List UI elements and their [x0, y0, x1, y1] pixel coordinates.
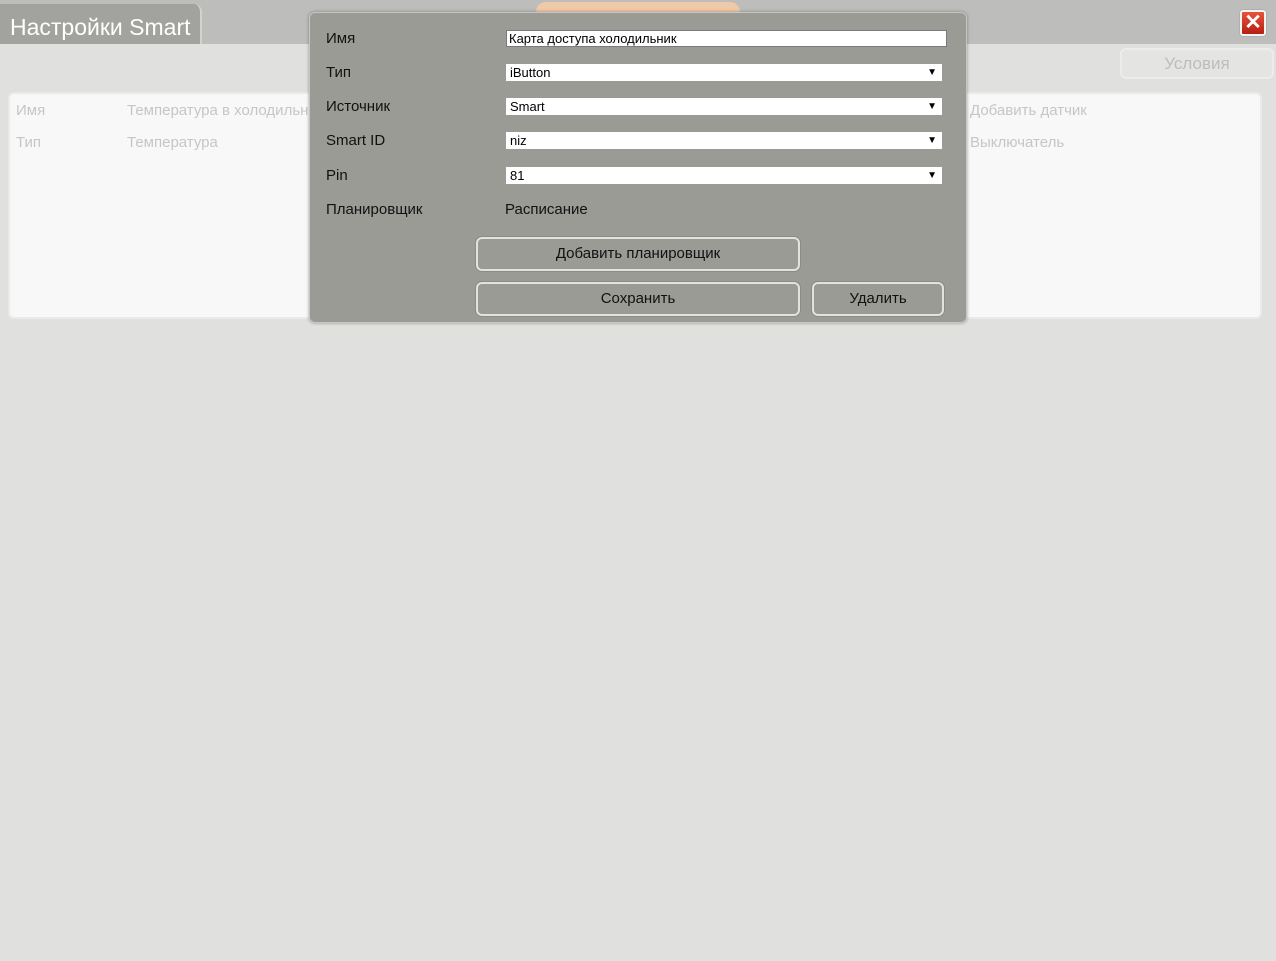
edit-dialog: Имя Карта доступа холодильник Тип iButto…	[309, 12, 967, 323]
source-select[interactable]: Smart ▼	[506, 98, 942, 115]
scheduler-label: Планировщик	[326, 201, 423, 218]
name-label: Имя	[326, 30, 356, 47]
type-select-value: iButton	[510, 65, 551, 80]
chevron-down-icon: ▼	[927, 67, 937, 78]
scheduler-value: Расписание	[505, 201, 588, 218]
switch-link[interactable]: Выключатель	[970, 134, 1064, 151]
close-icon: ✕	[1244, 11, 1262, 34]
source-select-value: Smart	[510, 99, 545, 114]
pin-select-value: 81	[510, 168, 525, 183]
delete-button[interactable]: Удалить	[812, 282, 944, 316]
title-tab: Настройки Smart	[0, 4, 202, 44]
conditions-button[interactable]: Условия	[1120, 48, 1274, 79]
chevron-down-icon: ▼	[927, 135, 937, 146]
sensor-name-value: Температура в холодильн	[127, 102, 309, 119]
type-label: Тип	[326, 64, 352, 81]
pin-select[interactable]: 81 ▼	[506, 167, 942, 184]
add-scheduler-button[interactable]: Добавить планировщик	[476, 237, 800, 271]
chevron-down-icon: ▼	[927, 170, 937, 181]
pin-label: Pin	[326, 167, 348, 184]
type-select[interactable]: iButton ▼	[506, 64, 942, 81]
smart-id-select[interactable]: niz ▼	[506, 132, 942, 149]
close-button[interactable]: ✕	[1240, 10, 1266, 36]
page-title: Настройки Smart	[10, 14, 191, 40]
smart-id-label: Smart ID	[326, 132, 386, 149]
name-input[interactable]: Карта доступа холодильник	[506, 30, 947, 47]
chevron-down-icon: ▼	[927, 101, 937, 112]
smart-id-select-value: niz	[510, 133, 527, 148]
sensor-name-label: Имя	[16, 102, 46, 119]
save-button[interactable]: Сохранить	[476, 282, 800, 316]
source-label: Источник	[326, 98, 391, 115]
sensor-type-value: Температура	[127, 134, 218, 151]
add-sensor-link[interactable]: Добавить датчик	[970, 102, 1087, 119]
sensor-type-label: Тип	[16, 134, 42, 151]
